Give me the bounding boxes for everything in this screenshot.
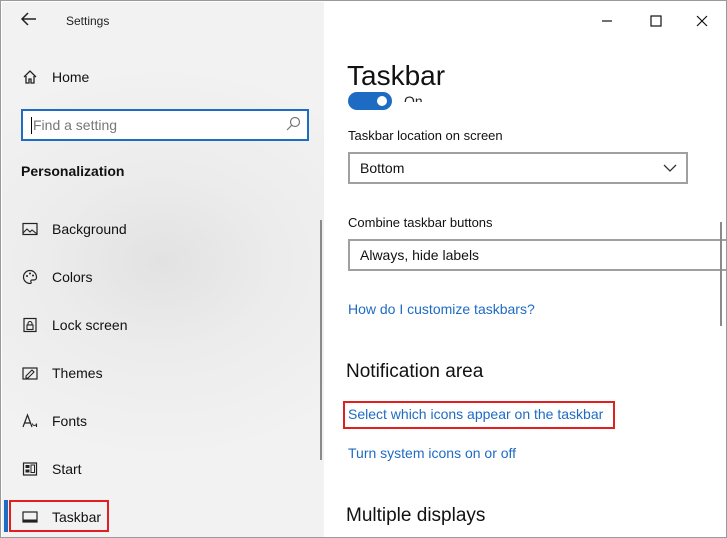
location-value: Bottom (360, 160, 405, 176)
main-panel: Taskbar On Taskbar location on screen Bo… (324, 2, 726, 537)
sidebar-item-home[interactable]: Home (2, 57, 324, 97)
palette-icon (21, 268, 39, 286)
sidebar-item-fonts[interactable]: Fonts (2, 401, 324, 441)
sidebar-scrollbar[interactable] (320, 220, 322, 460)
sidebar-item-label: Colors (52, 269, 93, 285)
sidebar-item-colors[interactable]: Colors (2, 257, 324, 297)
lock-screen-icon (21, 316, 39, 334)
main-scrollbar[interactable] (720, 222, 722, 326)
sidebar-item-label: Lock screen (52, 317, 128, 333)
sidebar-item-lock-screen[interactable]: Lock screen (2, 305, 324, 345)
multiple-displays-heading: Multiple displays (346, 505, 486, 526)
sidebar-item-label: Start (52, 461, 82, 477)
settings-window: Settings Home Find a setting Personaliza… (0, 0, 727, 538)
customize-taskbars-link[interactable]: How do I customize taskbars? (348, 301, 535, 317)
image-icon (21, 220, 39, 238)
section-label: Personalization (21, 163, 125, 179)
close-button[interactable] (690, 10, 714, 32)
fonts-icon (21, 412, 39, 430)
select-icons-highlight-box (343, 401, 615, 429)
combine-label: Combine taskbar buttons (348, 215, 493, 230)
search-placeholder: Find a setting (33, 117, 118, 133)
window-title: Settings (66, 14, 110, 28)
sidebar-item-background[interactable]: Background (2, 209, 324, 249)
toggle-knob (377, 96, 387, 106)
sidebar-item-label: Background (52, 221, 127, 237)
system-icons-link[interactable]: Turn system icons on or off (348, 445, 516, 461)
search-input[interactable]: Find a setting (21, 109, 309, 141)
start-icon (21, 460, 39, 478)
sidebar-item-start[interactable]: Start (2, 449, 324, 489)
selected-indicator (4, 500, 8, 532)
page-title: Taskbar (347, 60, 446, 91)
back-arrow-icon[interactable] (20, 10, 40, 30)
home-icon (21, 68, 39, 86)
maximize-button[interactable] (644, 10, 668, 32)
sidebar-item-label: Themes (52, 365, 103, 381)
sidebar-item-label: Home (52, 69, 90, 85)
combine-value: Always, hide labels (360, 247, 480, 263)
sidebar: Settings Home Find a setting Personaliza… (2, 2, 324, 537)
text-caret (31, 117, 32, 134)
sidebar-item-label: Fonts (52, 413, 88, 429)
minimize-button[interactable] (595, 10, 619, 32)
themes-icon (21, 364, 39, 382)
toggle-state-label: On (404, 93, 423, 102)
search-icon[interactable] (285, 116, 301, 132)
chevron-down-icon (660, 158, 680, 178)
location-dropdown[interactable]: Bottom (348, 152, 688, 184)
taskbar-toggle[interactable] (348, 92, 392, 110)
combine-dropdown[interactable]: Always, hide labels (348, 239, 726, 271)
location-label: Taskbar location on screen (348, 128, 503, 143)
taskbar-highlight-box (9, 500, 109, 532)
notification-area-heading: Notification area (346, 361, 484, 382)
sidebar-item-themes[interactable]: Themes (2, 353, 324, 393)
